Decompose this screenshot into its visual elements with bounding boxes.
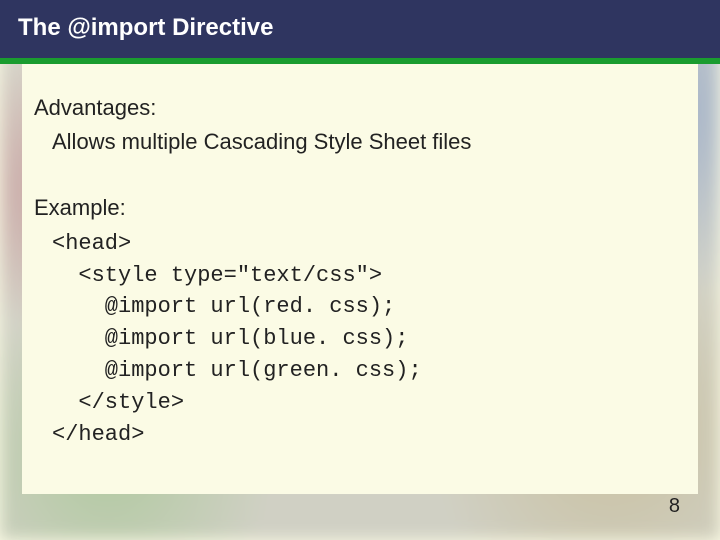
advantages-heading: Advantages: <box>34 92 686 124</box>
page-number: 8 <box>669 495 680 518</box>
content-area: Advantages: Allows multiple Cascading St… <box>22 64 698 494</box>
example-heading: Example: <box>34 192 686 224</box>
code-block: <head> <style type="text/css"> @import u… <box>34 228 686 451</box>
slide-body: Advantages: Allows multiple Cascading St… <box>22 64 698 494</box>
slide-title: The @import Directive <box>18 14 273 41</box>
slide-title-bar: The @import Directive <box>0 0 720 64</box>
advantages-text: Allows multiple Cascading Style Sheet fi… <box>34 126 686 158</box>
